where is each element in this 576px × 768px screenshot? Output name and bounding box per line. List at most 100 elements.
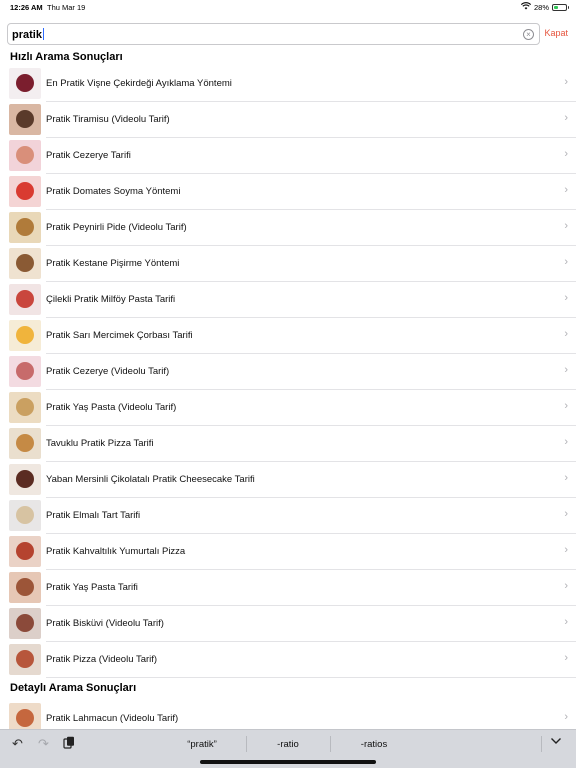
result-row[interactable]: Yaban Mersinli Çikolatalı Pratik Cheesec… — [0, 462, 576, 498]
suggestion-divider — [330, 736, 331, 752]
recipe-thumbnail — [9, 572, 41, 603]
row-divider — [46, 677, 576, 678]
chevron-right-icon: › — [564, 256, 568, 268]
search-value: pratik — [12, 28, 45, 41]
recipe-thumbnail-food — [16, 290, 34, 308]
recipe-thumbnail-food — [16, 542, 34, 560]
result-row[interactable]: Pratik Sarı Mercimek Çorbası Tarifi › — [0, 318, 576, 354]
recipe-thumbnail-food — [16, 506, 34, 524]
result-label: Pratik Cezerye (Videolu Tarif) — [46, 366, 170, 377]
recipe-thumbnail-food — [16, 326, 34, 344]
keyboard-shortcut-bar: ↶ ↷ “pratik” -ratio -ratios — [0, 729, 576, 768]
result-row[interactable]: Pratik Yaş Pasta Tarifi › — [0, 570, 576, 606]
suggestion-divider — [246, 736, 247, 752]
text-caret — [42, 28, 45, 40]
result-label: Yaban Mersinli Çikolatalı Pratik Cheesec… — [46, 474, 255, 485]
recipe-thumbnail — [9, 536, 41, 567]
chevron-right-icon: › — [564, 112, 568, 124]
chevron-right-icon: › — [564, 472, 568, 484]
suggestion-3[interactable]: -ratios — [342, 739, 406, 750]
result-row[interactable]: Pratik Yaş Pasta (Videolu Tarif) › — [0, 390, 576, 426]
result-row[interactable]: Çilekli Pratik Milföy Pasta Tarifi › — [0, 282, 576, 318]
recipe-thumbnail — [9, 392, 41, 423]
quick-results-title: Hızlı Arama Sonuçları — [10, 51, 123, 63]
recipe-thumbnail — [9, 68, 41, 99]
close-button[interactable]: Kapat — [544, 28, 568, 38]
chevron-right-icon: › — [564, 400, 568, 412]
result-row[interactable]: Pratik Kahvaltılık Yumurtalı Pizza › — [0, 534, 576, 570]
recipe-thumbnail — [9, 248, 41, 279]
result-label: Pratik Kahvaltılık Yumurtalı Pizza — [46, 546, 186, 557]
result-label: En Pratik Vişne Çekirdeği Ayıklama Yönte… — [46, 78, 232, 89]
result-label: Pratik Peynirli Pide (Videolu Tarif) — [46, 222, 187, 233]
result-label: Pratik Bisküvi (Videolu Tarif) — [46, 618, 164, 629]
recipe-thumbnail-food — [16, 578, 34, 596]
result-row[interactable]: Pratik Tiramisu (Videolu Tarif) › — [0, 102, 576, 138]
suggestion-2[interactable]: -ratio — [256, 739, 320, 750]
chevron-right-icon: › — [564, 184, 568, 196]
clear-icon[interactable]: × — [523, 29, 534, 40]
result-label: Pratik Sarı Mercimek Çorbası Tarifi — [46, 330, 193, 341]
result-label: Pratik Yaş Pasta Tarifi — [46, 582, 138, 593]
recipe-thumbnail — [9, 104, 41, 135]
recipe-thumbnail-food — [16, 182, 34, 200]
recipe-thumbnail-food — [16, 218, 34, 236]
battery-icon — [552, 3, 569, 11]
recipe-thumbnail — [9, 212, 41, 243]
suggestion-divider — [541, 736, 542, 752]
result-row[interactable]: Tavuklu Pratik Pizza Tarifi › — [0, 426, 576, 462]
recipe-thumbnail-food — [16, 398, 34, 416]
home-indicator — [200, 760, 376, 764]
recipe-thumbnail-food — [16, 709, 34, 727]
result-row[interactable]: En Pratik Vişne Çekirdeği Ayıklama Yönte… — [0, 66, 576, 102]
result-label: Pratik Kestane Pişirme Yöntemi — [46, 258, 180, 269]
suggestion-1[interactable]: “pratik” — [170, 739, 234, 750]
recipe-thumbnail-food — [16, 362, 34, 380]
result-label: Pratik Cezerye Tarifi — [46, 150, 131, 161]
result-row[interactable]: Pratik Peynirli Pide (Videolu Tarif) › — [0, 210, 576, 246]
result-row[interactable]: Pratik Cezerye (Videolu Tarif) › — [0, 354, 576, 390]
undo-icon[interactable]: ↶ — [12, 736, 23, 752]
recipe-thumbnail — [9, 644, 41, 675]
chevron-down-icon[interactable] — [550, 735, 562, 750]
chevron-right-icon: › — [564, 292, 568, 304]
recipe-thumbnail — [9, 428, 41, 459]
result-row[interactable]: Pratik Cezerye Tarifi › — [0, 138, 576, 174]
chevron-right-icon: › — [564, 436, 568, 448]
recipe-thumbnail-food — [16, 614, 34, 632]
result-label: Pratik Elmalı Tart Tarifi — [46, 510, 141, 521]
paste-icon[interactable] — [63, 736, 75, 752]
recipe-thumbnail — [9, 464, 41, 495]
recipe-thumbnail — [9, 356, 41, 387]
recipe-thumbnail — [9, 608, 41, 639]
chevron-right-icon: › — [564, 220, 568, 232]
battery-percent: 28% — [533, 2, 549, 12]
recipe-thumbnail — [9, 140, 41, 171]
chevron-right-icon: › — [564, 711, 568, 723]
status-right: 28% — [520, 2, 569, 12]
recipe-thumbnail-food — [16, 74, 34, 92]
redo-icon[interactable]: ↷ — [38, 736, 49, 752]
recipe-thumbnail-food — [16, 434, 34, 452]
search-row: pratik × Kapat — [7, 23, 570, 45]
recipe-thumbnail — [9, 500, 41, 531]
chevron-right-icon: › — [564, 76, 568, 88]
result-row[interactable]: Pratik Bisküvi (Videolu Tarif) › — [0, 606, 576, 642]
wifi-icon — [520, 2, 532, 12]
status-date: Thu Mar 19 — [47, 3, 86, 12]
recipe-thumbnail-food — [16, 470, 34, 488]
result-row[interactable]: Pratik Pizza (Videolu Tarif) › — [0, 642, 576, 678]
result-row[interactable]: Pratik Kestane Pişirme Yöntemi › — [0, 246, 576, 282]
recipe-thumbnail-food — [16, 146, 34, 164]
result-row[interactable]: Pratik Domates Soyma Yöntemi › — [0, 174, 576, 210]
result-label: Pratik Yaş Pasta (Videolu Tarif) — [46, 402, 177, 413]
recipe-thumbnail-food — [16, 650, 34, 668]
result-row[interactable]: Pratik Elmalı Tart Tarifi › — [0, 498, 576, 534]
search-input[interactable]: pratik × — [7, 23, 540, 45]
chevron-right-icon: › — [564, 544, 568, 556]
recipe-thumbnail-food — [16, 110, 34, 128]
chevron-right-icon: › — [564, 328, 568, 340]
status-bar: 12:26 AM Thu Mar 19 28% — [0, 0, 576, 16]
result-label: Pratik Tiramisu (Videolu Tarif) — [46, 114, 170, 125]
recipe-thumbnail — [9, 320, 41, 351]
